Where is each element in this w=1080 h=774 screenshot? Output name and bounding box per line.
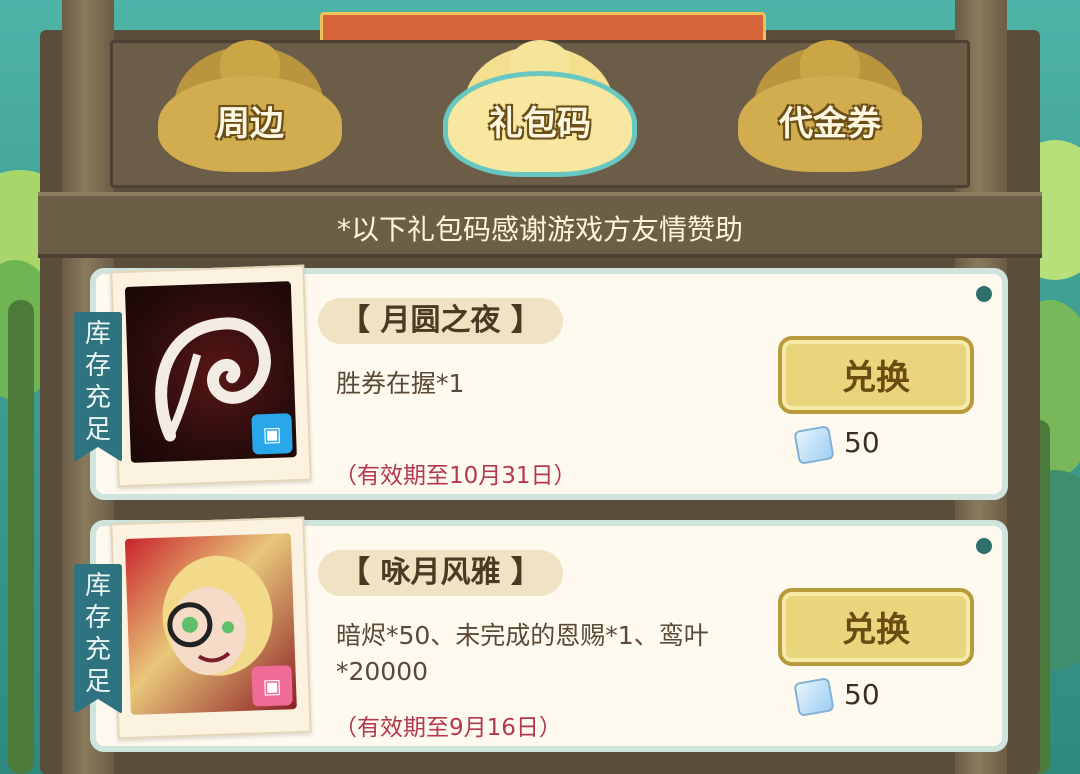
redeem-button[interactable]: 兑换 [778,336,974,414]
notice-bar: *以下礼包码感谢游戏方友情赞助 [38,192,1042,258]
gift-description: 暗烬*50、未完成的恩赐*1、鸾叶*20000 [336,621,709,686]
tab-merch[interactable]: 周边 [150,40,350,180]
tab-label: 代金券 [779,104,881,144]
gift-code-card: ▣ 库存充足 【 月圆之夜 】 胜券在握*1 （有效期至10月31日） 兑换 5… [74,264,1008,500]
redeem-button[interactable]: 兑换 [778,588,974,666]
gift-code-card: ▣ 库存充足 【 咏月风雅 】 暗烬*50、未完成的恩赐*1、鸾叶*20000 … [74,516,1008,752]
redeem-button-label: 兑换 [842,610,910,650]
notice-text: *以下礼包码感谢游戏方友情赞助 [336,213,743,246]
game-thumbnail-frame: ▣ [110,516,312,740]
bilibili-tv-icon: ▣ [251,665,293,707]
gift-title: 【 咏月风雅 】 [318,550,563,596]
gift-description: 胜券在握*1 [336,369,465,398]
game-thumbnail-frame: ▣ [110,264,312,488]
diamond-gem-icon [793,677,835,717]
gift-expiry: （有效期至10月31日） [334,463,577,489]
gift-expiry: （有效期至9月16日） [334,715,562,741]
stock-ribbon: 库存充足 [74,564,122,714]
game-thumbnail: ▣ [124,533,297,715]
tab-voucher[interactable]: 代金券 [730,40,930,180]
diamond-gem-icon [793,425,835,465]
price-value: 50 [844,678,880,711]
stock-ribbon: 库存充足 [74,312,122,462]
redeem-button-label: 兑换 [842,358,910,398]
pin-decoration [976,286,992,302]
tab-label: 礼包码 [489,104,591,144]
pin-decoration [976,538,992,554]
tab-gift-code[interactable]: 礼包码 [440,40,640,180]
game-thumbnail: ▣ [124,281,297,463]
gift-title: 【 月圆之夜 】 [318,298,563,344]
price-value: 50 [844,426,880,459]
bilibili-tv-icon: ▣ [251,413,293,455]
tab-label: 周边 [216,104,284,144]
